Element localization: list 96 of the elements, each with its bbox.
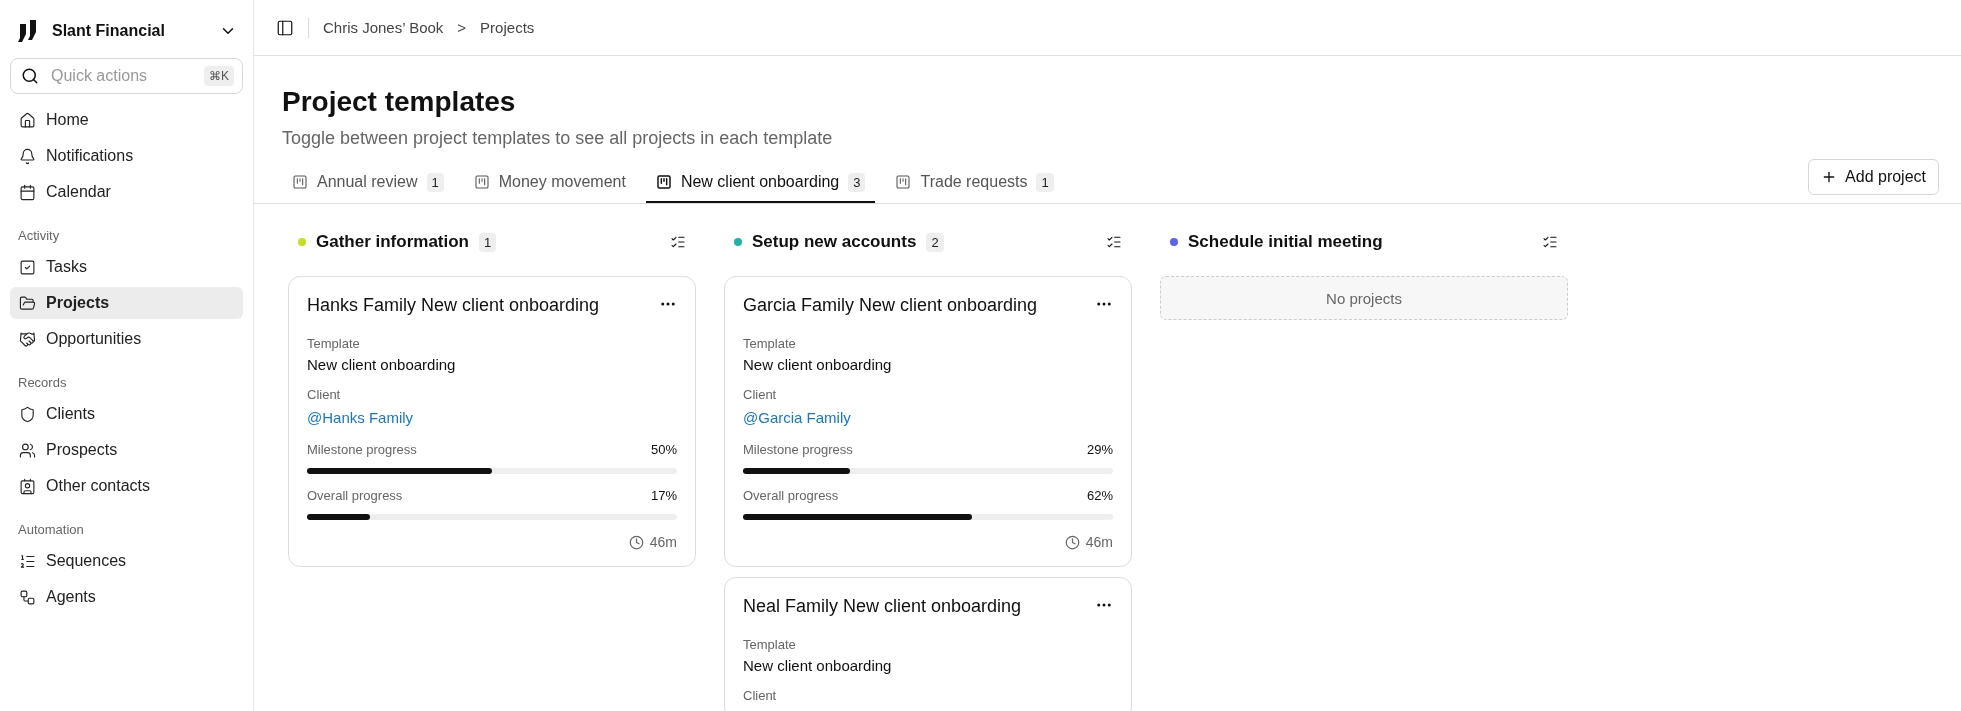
sidebar-item-label: Projects: [46, 294, 110, 312]
breadcrumb-item: >: [457, 19, 467, 36]
progress-label: Overall progress: [307, 488, 403, 503]
tab[interactable]: Annual review 1: [282, 163, 454, 203]
shortcut-badge: ⌘K: [204, 66, 234, 86]
sidebar-item[interactable]: Calendar: [10, 176, 243, 208]
field-value: New client onboarding: [743, 657, 893, 674]
nav-icon: [19, 405, 36, 423]
checklist-icon[interactable]: [1106, 234, 1122, 250]
nav-icon: [19, 294, 36, 312]
board-icon: [655, 174, 672, 190]
column-title: Setup new accounts: [752, 232, 917, 252]
sidebar-item[interactable]: Opportunities: [10, 323, 243, 355]
field-label: Template: [743, 637, 797, 652]
empty-message: No projects: [1326, 289, 1402, 307]
progress-reading: 62%: [1086, 488, 1113, 503]
count-badge: 1: [426, 172, 444, 192]
sidebar-item-label: Prospects: [46, 441, 118, 459]
sidebar-item-label: Clients: [46, 405, 95, 423]
board-icon: [895, 174, 912, 190]
nav-icon: [19, 183, 36, 201]
progress-label: Milestone progress: [307, 442, 417, 457]
count-badge: 3: [848, 172, 866, 192]
sidebar-item[interactable]: Projects: [10, 287, 243, 319]
nav-icon: [19, 330, 36, 348]
sidebar-item-label: Tasks: [46, 258, 87, 276]
checklist-icon[interactable]: [670, 234, 686, 250]
search-icon: [21, 67, 39, 85]
sidebar-item[interactable]: Notifications: [10, 140, 243, 172]
progress-reading: 17%: [650, 488, 677, 503]
tab[interactable]: New client onboarding 3: [645, 163, 876, 203]
board-icon: [292, 174, 308, 190]
nav-icon: [19, 111, 36, 129]
tab[interactable]: Money movement: [463, 163, 636, 203]
board-icon: [473, 174, 490, 190]
sidebar-item[interactable]: Agents: [10, 581, 243, 613]
field-label: Client: [743, 387, 778, 402]
progress-label: Overall progress: [743, 488, 839, 503]
page-title: Project templates: [282, 86, 517, 118]
nav-icon: [19, 258, 36, 276]
sidebar-toggle-icon[interactable]: [276, 18, 294, 37]
nav-icon: [19, 477, 36, 495]
count-badge: 2: [926, 232, 944, 252]
nav-icon: [19, 147, 36, 165]
sidebar-item-label: Sequences: [46, 552, 127, 570]
sidebar-item-label: Agents: [46, 588, 96, 606]
sidebar-item-label: Calendar: [46, 183, 111, 201]
card-title: Garcia Family New client onboarding: [743, 295, 1038, 316]
client-link[interactable]: @Hanks Family: [307, 409, 677, 426]
count-badge: 1: [479, 232, 497, 252]
section-title: Records: [17, 374, 68, 392]
client-link[interactable]: @Garcia Family: [743, 409, 1113, 426]
sidebar-item[interactable]: Tasks: [10, 251, 243, 283]
field-label: Template: [307, 336, 361, 351]
section-title: Activity: [17, 227, 61, 245]
project-card[interactable]: Garcia Family New client onboarding Template New client onboarding Client @Garcia Family Milestone progress 29% Overall progress 62% 46m: [724, 276, 1132, 567]
add-project-button[interactable]: Add project: [1808, 159, 1939, 195]
field-label: Client: [743, 688, 778, 703]
progress-reading: 29%: [1086, 442, 1113, 457]
clock-icon: [628, 534, 644, 550]
search-field[interactable]: Quick actions ⌘K: [10, 58, 243, 94]
checklist-icon[interactable]: [1542, 234, 1558, 250]
nav-icon: [19, 441, 36, 459]
field-value: New client onboarding: [743, 356, 893, 373]
clock-icon: [1064, 534, 1080, 550]
breadcrumb-item[interactable]: Projects: [480, 19, 535, 36]
brand-name: Slant Financial: [52, 22, 166, 40]
sidebar-item[interactable]: Home: [10, 104, 243, 136]
project-card[interactable]: Neal Family New client onboarding Template New client onboarding Client: [724, 577, 1132, 711]
sidebar-item-label: Other contacts: [46, 477, 151, 495]
sidebar-item-label: Home: [46, 111, 89, 129]
field-label: Client: [307, 387, 342, 402]
count-badge: 1: [1036, 172, 1054, 192]
sidebar-item[interactable]: Clients: [10, 398, 243, 430]
section-title: Automation: [17, 521, 85, 539]
sidebar-item-label: Opportunities: [46, 330, 142, 348]
column-title: Gather information: [316, 232, 469, 252]
progress-label: Milestone progress: [743, 442, 853, 457]
progress-reading: 50%: [650, 442, 677, 457]
nav-icon: [19, 588, 36, 606]
time-label: 46m: [1064, 534, 1113, 550]
time-label: 46m: [628, 534, 677, 550]
column-title: Schedule initial meeting: [1188, 232, 1383, 252]
card-title: Neal Family New client onboarding: [743, 596, 1022, 617]
breadcrumb-item[interactable]: Chris Jones’ Book: [323, 19, 444, 36]
nav-icon: [19, 552, 36, 570]
tab[interactable]: Trade requests 1: [885, 163, 1064, 203]
card-title: Hanks Family New client onboarding: [307, 295, 600, 316]
sidebar-item-label: Notifications: [46, 147, 134, 165]
page-subtitle: Toggle between project templates to see all projects in each template: [282, 128, 834, 149]
field-label: Template: [743, 336, 797, 351]
sidebar-item[interactable]: Other contacts: [10, 470, 243, 502]
sidebar-item[interactable]: Prospects: [10, 434, 243, 466]
field-value: New client onboarding: [307, 356, 457, 373]
sidebar-item[interactable]: Sequences: [10, 545, 243, 577]
project-card[interactable]: Hanks Family New client onboarding Template New client onboarding Client @Hanks Family Milestone progress 50% Overall progress 17% 46m: [288, 276, 696, 567]
